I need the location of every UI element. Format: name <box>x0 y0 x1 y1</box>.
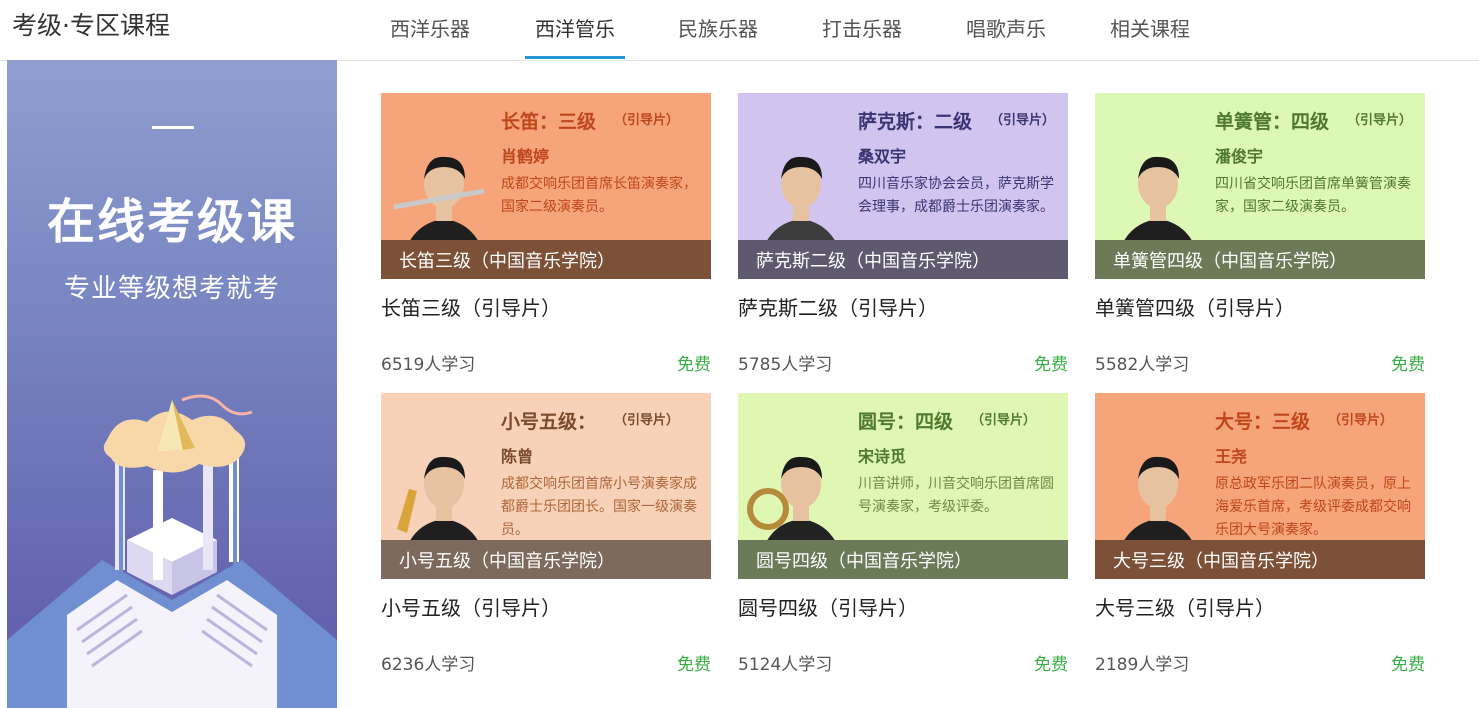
thumbnail-caption: 大号三级（中国音乐学院） <box>1095 540 1425 579</box>
instructor-bio: 四川音乐家协会会员，萨克斯学会理事，成都爵士乐团演奏家。 <box>858 176 1054 215</box>
caption-text: 长笛三级（中国音乐学院） <box>399 251 615 272</box>
course-card[interactable]: 单簧管：四级 （引导片） 潘俊宇四川省交响乐团首席单簧管演奏家，国家二级演奏员。单簧… <box>1095 93 1425 383</box>
course-thumbnail[interactable]: 长笛：三级 （引导片） 肖鹤婷成都交响乐团首席长笛演奏家，国家二级演奏员。长笛三级（… <box>381 93 711 279</box>
thumbnail-caption: 圆号四级（中国音乐学院） <box>738 540 1068 579</box>
caption-text: 小号五级（中国音乐学院） <box>399 551 615 572</box>
thumb-tag: （引导片） <box>990 113 1056 128</box>
instructor-name: 王尧 <box>1215 447 1248 466</box>
learner-count: 6236人学习 <box>381 655 476 675</box>
instructor-name: 桑双宇 <box>858 147 907 166</box>
thumbnail-caption: 长笛三级（中国音乐学院） <box>381 240 711 279</box>
caption-text: 大号三级（中国音乐学院） <box>1113 551 1329 572</box>
course-title[interactable]: 单簧管四级（引导片） <box>1095 292 1295 321</box>
course-thumbnail[interactable]: 小号五级： （引导片） 陈曾成都交响乐团首席小号演奏家成都爵士乐团团长。国家一级演奏… <box>381 393 711 579</box>
banner-title: 在线考级课 <box>46 194 297 250</box>
thumb-course-name: 萨克斯：二级 <box>858 111 973 133</box>
caption-text: 圆号四级（中国音乐学院） <box>756 551 972 572</box>
thumbnail-caption: 小号五级（中国音乐学院） <box>381 540 711 579</box>
thumb-course-name: 小号五级： <box>501 411 597 433</box>
active-tab-indicator <box>525 56 625 59</box>
instructor-bio: 四川省交响乐团首席单簧管演奏家，国家二级演奏员。 <box>1215 176 1411 215</box>
price-label: 免费 <box>1391 355 1425 375</box>
tab-4[interactable]: 打击乐器 <box>822 13 902 42</box>
tab-3[interactable]: 民族乐器 <box>678 13 758 42</box>
thumb-tag: （引导片） <box>614 413 680 428</box>
caption-text: 单簧管四级（中国音乐学院） <box>1113 251 1347 272</box>
course-title[interactable]: 圆号四级（引导片） <box>738 592 918 621</box>
thumb-course-name: 长笛：三级 <box>501 111 597 133</box>
page-title: 考级·专区课程 <box>12 11 170 40</box>
course-thumbnail[interactable]: 萨克斯：二级 （引导片） 桑双宇四川音乐家协会会员，萨克斯学会理事，成都爵士乐团演奏… <box>738 93 1068 279</box>
tab-6[interactable]: 相关课程 <box>1110 13 1190 42</box>
tab-5[interactable]: 唱歌声乐 <box>966 13 1046 42</box>
thumb-course-name: 圆号：四级 <box>858 411 954 433</box>
course-card[interactable]: 大号：三级 （引导片） 王尧原总政军乐团二队演奏员，原上海爱乐首席，考级评委成都交响… <box>1095 393 1425 683</box>
instructor-bio: 成都交响乐团首席长笛演奏家，国家二级演奏员。 <box>501 176 697 215</box>
course-thumbnail[interactable]: 圆号：四级 （引导片） 宋诗觅川音讲师，川音交响乐团首席圆号演奏家，考级评委。圆号四… <box>738 393 1068 579</box>
instructor-name: 宋诗觅 <box>858 447 907 466</box>
course-title[interactable]: 长笛三级（引导片） <box>381 292 561 321</box>
instructor-bio: 成都交响乐团首席小号演奏家成都爵士乐团团长。国家一级演奏员。 <box>501 476 697 538</box>
course-card[interactable]: 长笛：三级 （引导片） 肖鹤婷成都交响乐团首席长笛演奏家，国家二级演奏员。长笛三级（… <box>381 93 711 383</box>
price-label: 免费 <box>1034 655 1068 675</box>
learner-count: 6519人学习 <box>381 355 476 375</box>
course-thumbnail[interactable]: 大号：三级 （引导片） 王尧原总政军乐团二队演奏员，原上海爱乐首席，考级评委成都交响… <box>1095 393 1425 579</box>
price-label: 免费 <box>1034 355 1068 375</box>
course-title[interactable]: 小号五级（引导片） <box>381 592 561 621</box>
thumb-tag: （引导片） <box>1347 113 1413 128</box>
thumb-tag: （引导片） <box>971 413 1037 428</box>
thumb-course-name: 大号：三级 <box>1215 411 1311 433</box>
price-label: 免费 <box>1391 655 1425 675</box>
thumbnail-caption: 单簧管四级（中国音乐学院） <box>1095 240 1425 279</box>
thumb-tag: （引导片） <box>614 113 680 128</box>
course-title[interactable]: 大号三级（引导片） <box>1095 592 1275 621</box>
tab-2[interactable]: 西洋管乐 <box>535 13 615 42</box>
course-card[interactable]: 圆号：四级 （引导片） 宋诗觅川音讲师，川音交响乐团首席圆号演奏家，考级评委。圆号四… <box>738 393 1068 683</box>
banner-subtitle: 专业等级想考就考 <box>63 274 280 304</box>
instructor-bio: 原总政军乐团二队演奏员，原上海爱乐首席，考级评委成都交响乐团大号演奏家。 <box>1215 476 1411 538</box>
banner-dash <box>152 126 194 129</box>
thumbnail-caption: 萨克斯二级（中国音乐学院） <box>738 240 1068 279</box>
course-title[interactable]: 萨克斯二级（引导片） <box>738 292 938 321</box>
instructor-name: 陈曾 <box>501 447 534 466</box>
learner-count: 5582人学习 <box>1095 355 1190 375</box>
price-label: 免费 <box>677 655 711 675</box>
instructor-name: 潘俊宇 <box>1215 147 1264 166</box>
pavilion-illustration <box>7 394 337 708</box>
thumb-tag: （引导片） <box>1328 413 1394 428</box>
learner-count: 5124人学习 <box>738 655 833 675</box>
course-card[interactable]: 萨克斯：二级 （引导片） 桑双宇四川音乐家协会会员，萨克斯学会理事，成都爵士乐团演奏… <box>738 93 1068 383</box>
course-card[interactable]: 小号五级： （引导片） 陈曾成都交响乐团首席小号演奏家成都爵士乐团团长。国家一级演奏… <box>381 393 711 683</box>
thumb-course-name: 单簧管：四级 <box>1215 111 1330 133</box>
learner-count: 5785人学习 <box>738 355 833 375</box>
course-thumbnail[interactable]: 单簧管：四级 （引导片） 潘俊宇四川省交响乐团首席单簧管演奏家，国家二级演奏员。单簧… <box>1095 93 1425 279</box>
learner-count: 2189人学习 <box>1095 655 1190 675</box>
instructor-bio: 川音讲师，川音交响乐团首席圆号演奏家，考级评委。 <box>858 476 1054 515</box>
tab-1[interactable]: 西洋乐器 <box>390 13 470 42</box>
price-label: 免费 <box>677 355 711 375</box>
top-bar: 考级·专区课程 西洋乐器 西洋管乐 民族乐器 打击乐器 唱歌声乐 相关课程 <box>0 0 1479 61</box>
promo-banner[interactable]: 在线考级课 专业等级想考就考 <box>7 60 337 708</box>
caption-text: 萨克斯二级（中国音乐学院） <box>756 251 990 272</box>
instructor-name: 肖鹤婷 <box>501 147 550 166</box>
